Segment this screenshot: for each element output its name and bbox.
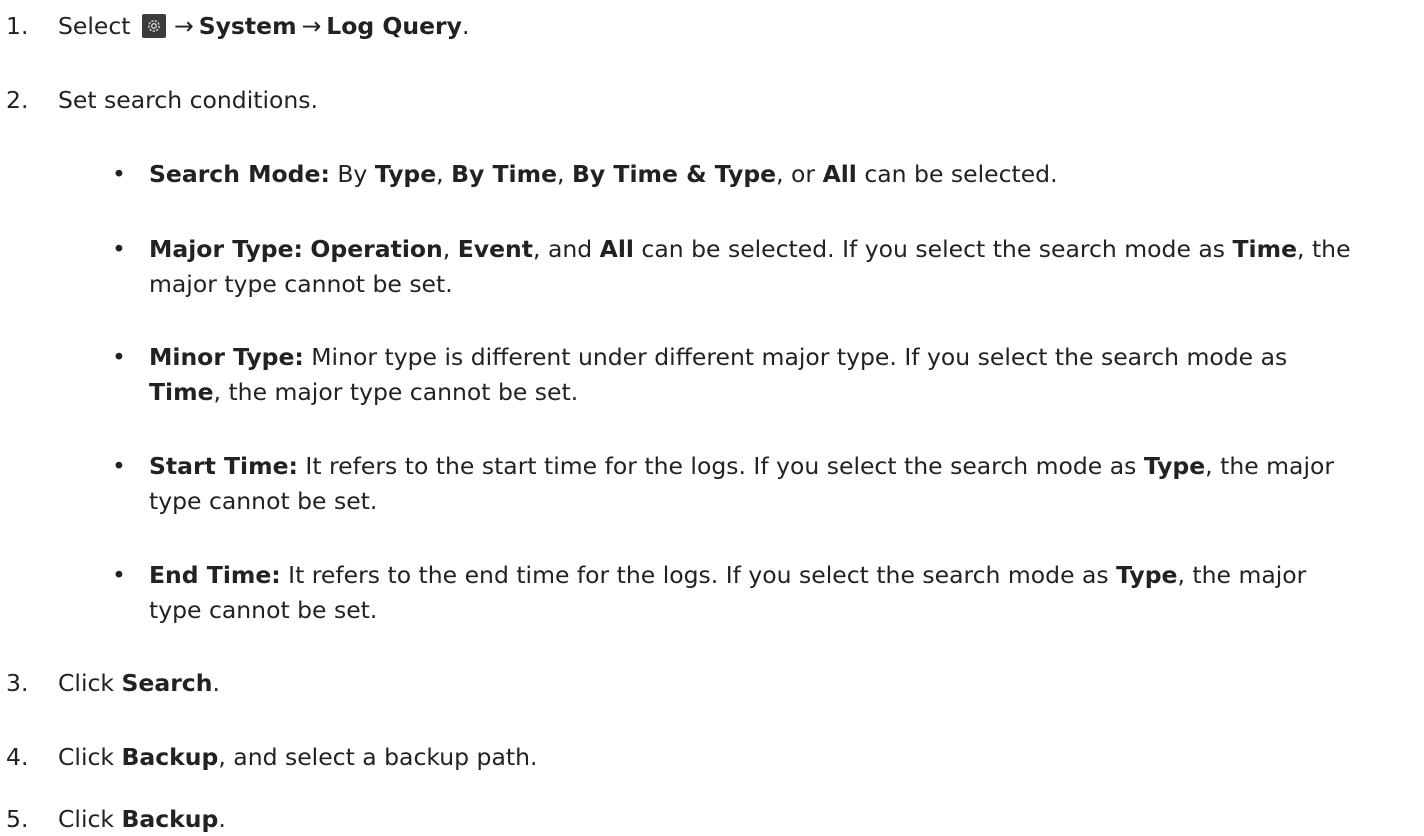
bullet-text: can be selected. [856,160,1058,188]
bullet-label: Major Type: [149,235,303,263]
bullet-text: , the [1297,235,1351,263]
bullet-text: , [436,160,452,188]
bullet-text: It refers to the end time for the logs. … [280,561,1117,589]
bullet-text: , or [776,160,823,188]
bullet-end-time: End Time: It refers to the end time for … [149,558,1306,592]
arrow-separator: → [173,12,194,40]
bullet-text: can be selected. If you select the searc… [633,235,1233,263]
step-3-text: Click Search. [58,666,220,700]
bullet-label: Search Mode: [149,160,330,188]
bullet-continuation: Time, the major type cannot be set. [149,375,578,409]
step-4-text: Click Backup, and select a backup path. [58,740,537,774]
step-number: 1. [6,12,29,40]
bullet-major-type: Major Type: Operation, Event, and All ca… [149,232,1351,266]
step-number: 2. [6,86,29,114]
punctuation: . [461,12,470,40]
bullet-marker: • [112,160,126,188]
step-5-text: Click Backup. [58,802,226,836]
option-time: Time [1232,235,1298,263]
option-type: Type [1143,452,1206,480]
bullet-text: , the major type cannot be set. [213,378,579,406]
bullet-text: , and [533,235,600,263]
bullet-text: , the major [1177,561,1307,589]
bullet-continuation: major type cannot be set. [149,270,453,298]
option-time: Time [149,378,214,406]
bullet-marker: • [112,235,126,263]
search-button-reference: Search [121,669,213,697]
bullet-start-time: Start Time: It refers to the start time … [149,449,1334,483]
option-by-time-and-type: By Time & Type [572,160,777,188]
option-event: Event [457,235,534,263]
bullet-label: Minor Type: [149,343,304,371]
backup-button-reference: Backup [121,743,219,771]
step-text: Set search conditions. [58,86,318,114]
option-type: Type [374,160,437,188]
bullet-text: , [557,160,572,188]
settings-gear-icon [141,14,166,38]
option-by-time: By Time [451,160,558,188]
bullet-label: End Time: [149,561,281,589]
bullet-text: By [329,160,375,188]
step-text: Select [58,12,131,40]
step-text: , and select a backup path. [218,743,538,771]
option-all: All [822,160,857,188]
step-number: 3. [6,669,29,697]
bullet-marker: • [112,343,126,371]
menu-path-log-query: Log Query [326,12,462,40]
document: 1. Select → System → Log Query. 2. Set sear… [0,0,1424,833]
bullet-text: Minor type is different under different … [303,343,1288,371]
step-1-text: Select → System → Log Query. [58,9,469,43]
option-operation: Operation [310,235,443,263]
bullet-minor-type: Minor Type: Minor type is different unde… [149,340,1287,374]
bullet-marker: • [112,561,126,589]
step-number: 4. [6,743,29,771]
option-all: All [599,235,634,263]
option-type: Type [1116,561,1178,589]
bullet-marker: • [112,452,126,480]
arrow-separator: → [301,12,322,40]
bullet-label: Start Time: [149,452,298,480]
bullet-continuation: type cannot be set. [149,487,378,515]
punctuation: . [212,669,220,697]
bullet-continuation: type cannot be set. [149,596,378,624]
step-number: 5. [6,805,29,833]
bullet-text: , the major [1205,452,1335,480]
step-text: Click [58,669,122,697]
bullet-search-mode: Search Mode: By Type, By Time, By Time &… [149,157,1058,191]
step-text: Click [58,743,122,771]
bullet-text: , [442,235,458,263]
menu-path-system: System [198,12,297,40]
bullet-text: It refers to the start time for the logs… [297,452,1144,480]
